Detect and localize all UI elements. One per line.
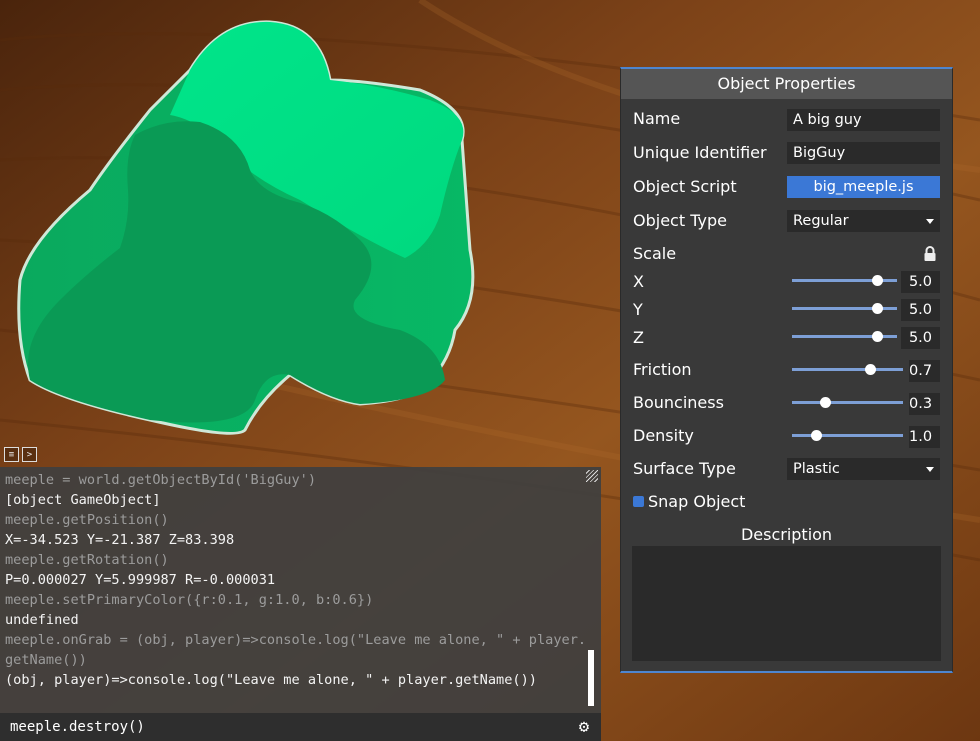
- id-field[interactable]: BigGuy: [787, 142, 940, 164]
- console-command-line: meeple.getPosition(): [5, 512, 169, 528]
- snap-checkbox[interactable]: [633, 496, 644, 507]
- type-label: Object Type: [633, 211, 727, 230]
- description-label: Description: [740, 525, 833, 544]
- console-output-line: X=-34.523 Y=-21.387 Z=83.398: [5, 532, 235, 548]
- object-type-value: Regular: [793, 213, 849, 229]
- chat-icon[interactable]: ≡: [4, 447, 19, 462]
- console-command-line: meeple.getRotation(): [5, 552, 169, 568]
- snap-label[interactable]: Snap Object: [648, 492, 745, 511]
- console-output-line: [object GameObject]: [5, 492, 161, 508]
- console-input[interactable]: meeple.destroy() ⚙: [0, 713, 601, 741]
- console-input-text[interactable]: meeple.destroy(): [10, 719, 145, 735]
- console-output-line: undefined: [5, 612, 79, 628]
- name-field[interactable]: A big guy: [787, 109, 940, 131]
- terminal-icon[interactable]: >: [22, 447, 37, 462]
- surface-label: Surface Type: [633, 459, 736, 478]
- resize-grip-icon[interactable]: [586, 470, 598, 482]
- lock-icon[interactable]: [923, 246, 937, 262]
- name-label: Name: [633, 109, 681, 128]
- bounciness-label: Bounciness: [633, 393, 724, 412]
- scale-y-value[interactable]: 5.0: [901, 299, 940, 321]
- scale-y-knob[interactable]: [872, 303, 884, 314]
- object-properties-panel: Object Properties Name A big guy Unique …: [620, 67, 953, 673]
- bounciness-value[interactable]: 0.3: [909, 393, 940, 415]
- console-tabs: ≡ >: [4, 447, 37, 462]
- scale-y-label: Y: [633, 300, 643, 319]
- scale-y-slider[interactable]: [792, 302, 897, 316]
- script-button[interactable]: big_meeple.js: [787, 176, 940, 198]
- scale-x-value[interactable]: 5.0: [901, 271, 940, 293]
- console-output-line: (obj, player)=>console.log("Leave me alo…: [5, 672, 537, 688]
- friction-label: Friction: [633, 360, 692, 379]
- panel-title: Object Properties: [621, 69, 952, 99]
- surface-type-dropdown[interactable]: Plastic: [787, 458, 940, 480]
- chevron-down-icon: [926, 219, 934, 224]
- console-output: meeple = world.getObjectById('BigGuy') [o…: [5, 470, 587, 690]
- density-label: Density: [633, 426, 694, 445]
- friction-track: [792, 368, 903, 371]
- scale-z-slider[interactable]: [792, 330, 897, 344]
- object-type-dropdown[interactable]: Regular: [787, 210, 940, 232]
- script-console[interactable]: meeple = world.getObjectById('BigGuy') [o…: [0, 467, 601, 713]
- gear-icon[interactable]: ⚙: [575, 718, 593, 736]
- console-command-line: meeple = world.getObjectById('BigGuy'): [5, 472, 316, 488]
- friction-slider[interactable]: [792, 363, 903, 377]
- scale-x-label: X: [633, 272, 644, 291]
- friction-value[interactable]: 0.7: [909, 360, 940, 382]
- bounciness-knob[interactable]: [820, 397, 832, 408]
- scale-label: Scale: [633, 244, 677, 263]
- description-field[interactable]: [632, 546, 941, 661]
- bounciness-slider[interactable]: [792, 396, 903, 410]
- scale-z-label: Z: [633, 328, 644, 347]
- scale-z-value[interactable]: 5.0: [901, 327, 940, 349]
- scale-x-slider[interactable]: [792, 274, 897, 288]
- density-value[interactable]: 1.0: [909, 426, 940, 448]
- bounciness-track: [792, 401, 903, 404]
- density-track: [792, 434, 903, 437]
- density-knob[interactable]: [811, 430, 823, 441]
- scale-x-knob[interactable]: [872, 275, 884, 286]
- chevron-down-icon: [926, 467, 934, 472]
- console-command-line: meeple.onGrab = (obj, player)=>console.l…: [5, 632, 587, 668]
- console-output-line: P=0.000027 Y=5.999987 R=-0.000031: [5, 572, 276, 588]
- density-slider[interactable]: [792, 429, 903, 443]
- friction-knob[interactable]: [864, 364, 876, 375]
- id-label: Unique Identifier: [633, 143, 767, 162]
- script-label: Object Script: [633, 177, 737, 196]
- console-command-line: meeple.setPrimaryColor({r:0.1, g:1.0, b:…: [5, 592, 374, 608]
- surface-type-value: Plastic: [793, 461, 840, 477]
- scale-z-knob[interactable]: [872, 331, 884, 342]
- console-scrollbar[interactable]: [588, 650, 594, 706]
